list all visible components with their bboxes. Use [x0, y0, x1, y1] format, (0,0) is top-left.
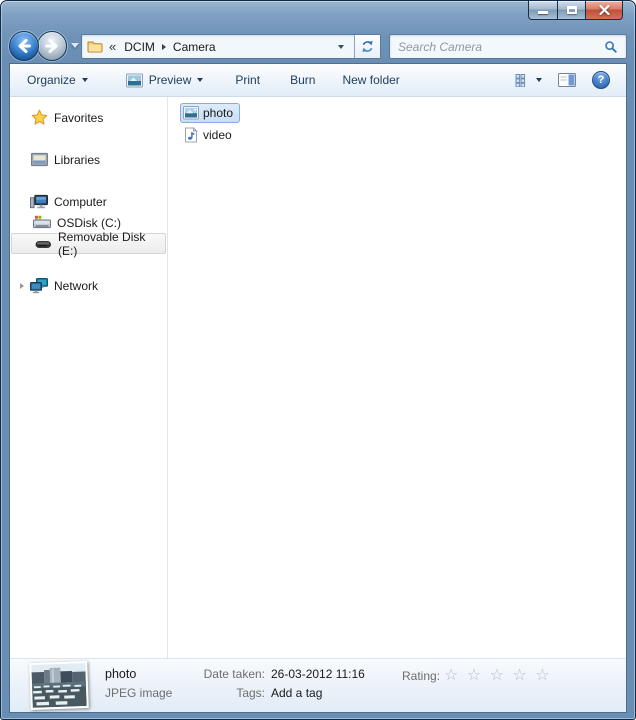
chevron-down-icon: [536, 78, 542, 82]
organize-label: Organize: [27, 73, 76, 87]
sidebar-label: Network: [54, 279, 98, 293]
back-button[interactable]: [9, 31, 39, 61]
expand-chevron-icon[interactable]: [20, 283, 24, 289]
sidebar-label: Favorites: [54, 111, 103, 125]
command-toolbar: Organize Preview Print Burn New: [10, 64, 626, 97]
search-box: [389, 34, 627, 59]
tags-add-a-tag[interactable]: Add a tag: [271, 686, 322, 700]
close-button[interactable]: [586, 1, 623, 20]
back-arrow-icon: [15, 37, 33, 55]
rating-stars: ☆ ☆ ☆ ☆ ☆: [444, 665, 552, 685]
tags-label: Tags:: [162, 686, 265, 700]
forward-button[interactable]: [37, 31, 67, 61]
burn-button[interactable]: Burn: [290, 73, 315, 87]
sidebar-item-removable-disk-e[interactable]: Removable Disk (E:): [11, 233, 166, 254]
sidebar-label: Libraries: [54, 153, 100, 167]
maximize-button[interactable]: [557, 1, 586, 20]
close-icon: [599, 5, 610, 15]
marina-photo-thumbnail: [31, 663, 86, 708]
sidebar-item-computer[interactable]: Computer: [10, 191, 167, 212]
sidebar-label: Computer: [54, 195, 107, 209]
sidebar-item-network[interactable]: Network: [10, 275, 167, 296]
breadcrumb-separator-icon[interactable]: [162, 44, 166, 50]
file-list: photo v: [168, 97, 626, 658]
rating-star-icon[interactable]: ☆: [467, 667, 483, 684]
date-taken-label: Date taken:: [162, 667, 265, 681]
views-grid-icon: [515, 74, 530, 87]
preview-pane-button[interactable]: [558, 73, 576, 87]
burn-label: Burn: [290, 73, 315, 87]
favorites-star-icon: [30, 109, 48, 126]
print-button[interactable]: Print: [235, 73, 260, 87]
navigation-pane: Favorites Libraries: [10, 97, 168, 658]
sidebar-label: Removable Disk (E:): [58, 230, 165, 258]
details-file-name: photo: [105, 667, 136, 681]
sidebar-label: OSDisk (C:): [57, 216, 121, 230]
print-label: Print: [235, 73, 260, 87]
chevron-down-icon: [338, 45, 344, 49]
search-input[interactable]: [390, 40, 604, 54]
help-button[interactable]: ?: [592, 71, 610, 89]
address-bar: « DCIM Camera: [81, 34, 381, 59]
removable-disk-icon: [34, 237, 52, 250]
chevron-down-icon: [197, 78, 203, 82]
sidebar-item-libraries[interactable]: Libraries: [10, 149, 167, 170]
new-folder-label: New folder: [342, 73, 399, 87]
expander-slot: [17, 283, 30, 289]
preview-picture-icon: [126, 73, 143, 88]
photo-thumbnail: [29, 661, 89, 710]
photo-file-icon: [183, 105, 199, 121]
address-dropdown[interactable]: [332, 45, 350, 49]
minimize-button[interactable]: [528, 1, 557, 20]
details-pane: photo JPEG image Date taken: 26-03-2012 …: [10, 658, 626, 712]
content-area: Favorites Libraries: [10, 97, 626, 658]
window-controls: [528, 1, 623, 20]
minimize-icon: [538, 11, 548, 14]
new-folder-button[interactable]: New folder: [342, 73, 399, 87]
chevron-down-icon: [82, 78, 88, 82]
file-item-video[interactable]: video: [180, 125, 239, 145]
sidebar-item-favorites[interactable]: Favorites: [10, 107, 167, 128]
date-taken-value: 26-03-2012 11:16: [271, 667, 365, 681]
breadcrumb-item-dcim[interactable]: DCIM: [118, 36, 161, 57]
rating-star-icon[interactable]: ☆: [490, 667, 506, 684]
search-icon[interactable]: [604, 40, 618, 54]
preview-label: Preview: [149, 73, 192, 87]
help-icon: ?: [598, 74, 605, 86]
refresh-icon: [360, 39, 375, 54]
folder-icon[interactable]: [87, 40, 103, 53]
forward-arrow-icon: [43, 37, 61, 55]
file-item-photo[interactable]: photo: [180, 103, 240, 123]
explorer-window: « DCIM Camera Organize: [0, 0, 636, 720]
preview-button[interactable]: Preview: [126, 73, 204, 88]
rating-star-icon[interactable]: ☆: [444, 667, 460, 684]
rating-star-icon[interactable]: ☆: [535, 667, 551, 684]
breadcrumb: « DCIM Camera: [82, 35, 354, 58]
refresh-button[interactable]: [354, 35, 380, 58]
maximize-icon: [567, 6, 577, 14]
video-file-icon: [183, 127, 199, 143]
preview-pane-icon: [558, 73, 576, 87]
client-area: Organize Preview Print Burn New: [9, 63, 627, 713]
network-icon: [30, 278, 48, 294]
computer-icon: [30, 194, 48, 210]
breadcrumb-item-camera[interactable]: Camera: [167, 36, 222, 57]
hard-disk-icon: [33, 215, 51, 230]
breadcrumb-overflow-chevron[interactable]: «: [109, 39, 116, 54]
libraries-icon: [30, 152, 48, 167]
rating-label: Rating:: [402, 669, 440, 683]
rating-star-icon[interactable]: ☆: [512, 667, 528, 684]
recent-pages-dropdown[interactable]: [71, 43, 79, 48]
organize-button[interactable]: Organize: [27, 73, 88, 87]
change-view-button[interactable]: [515, 74, 542, 87]
